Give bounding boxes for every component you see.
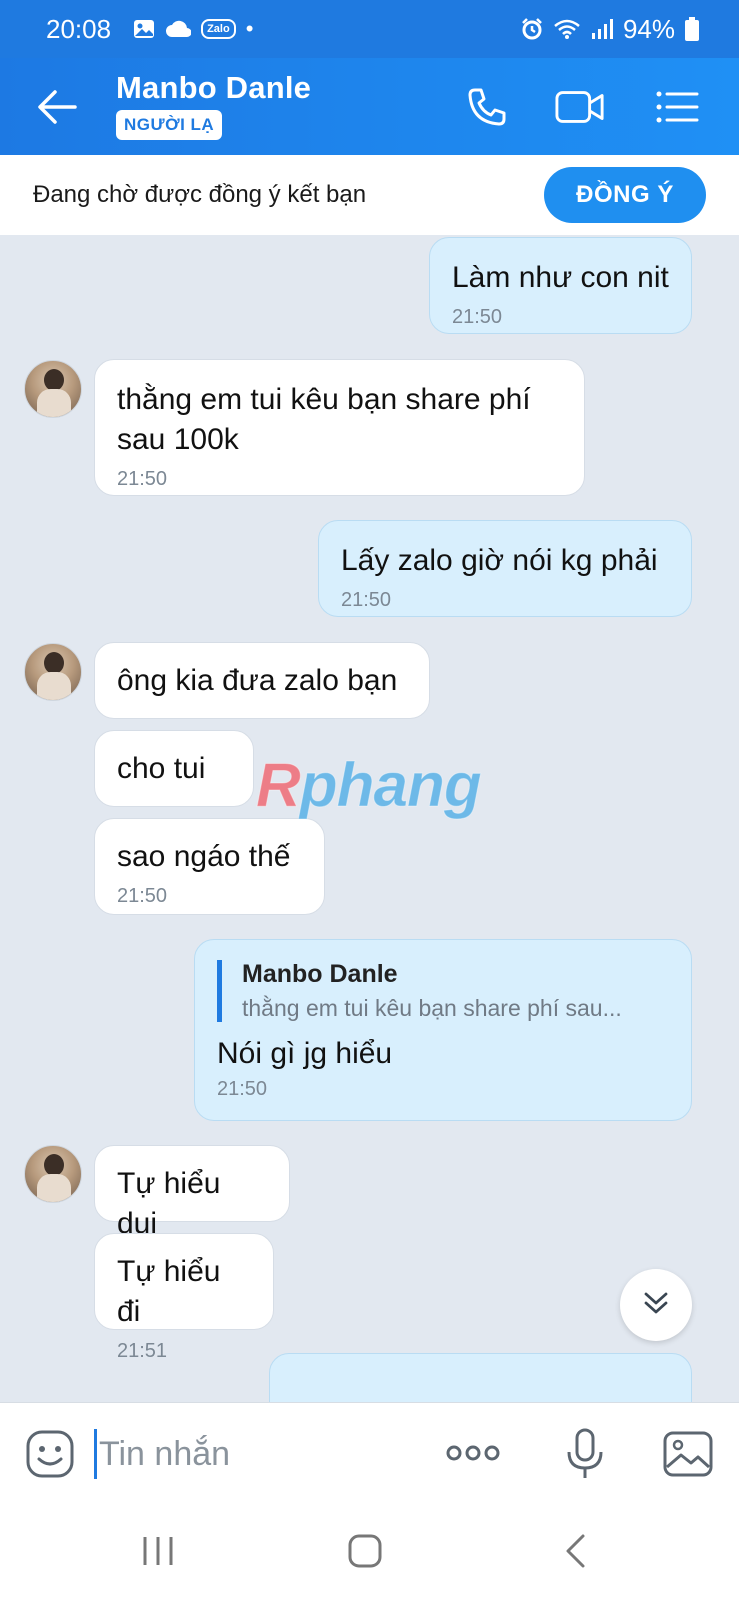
chevron-double-down-icon — [641, 1288, 671, 1323]
message-input-bar — [0, 1402, 739, 1502]
message-text: Làm như con nit — [452, 261, 669, 294]
message-bubble-incoming[interactable]: thằng em tui kêu bạn share phí sau 100k … — [94, 359, 585, 496]
avatar[interactable] — [24, 1145, 82, 1203]
emoji-icon[interactable] — [24, 1428, 76, 1480]
chat-header: Manbo Danle NGƯỜI LẠ — [0, 58, 739, 155]
message-text: Tự hiểu dui — [117, 1167, 221, 1240]
scroll-down-button[interactable] — [620, 1269, 692, 1341]
friend-request-bar: Đang chờ được đồng ý kết bạn ĐỒNG Ý — [0, 155, 739, 235]
quoted-text: thằng em tui kêu bạn share phí sau... — [242, 995, 622, 1021]
message-bubble-incoming[interactable]: sao ngáo thế 21:50 — [94, 818, 325, 915]
zalo-icon: Zalo — [201, 19, 236, 39]
message-text: Nói gì jg hiểu — [217, 1037, 393, 1070]
signal-icon — [591, 18, 613, 40]
cloud-icon — [165, 20, 192, 38]
back-arrow-icon[interactable] — [30, 80, 84, 134]
menu-icon[interactable] — [652, 82, 702, 132]
video-call-icon[interactable] — [555, 82, 605, 132]
message-bubble-outgoing[interactable] — [269, 1353, 692, 1402]
stranger-badge: NGƯỜI LẠ — [116, 110, 223, 140]
alarm-icon — [521, 18, 543, 40]
message-bubble-incoming[interactable]: Tự hiểu đi 21:51 — [94, 1233, 274, 1362]
message-text: thằng em tui kêu bạn share phí sau 100k — [117, 383, 531, 456]
quoted-message[interactable]: Manbo Danle thằng em tui kêu bạn share p… — [217, 960, 669, 1022]
more-icon[interactable] — [444, 1433, 502, 1473]
message-time: 21:50 — [117, 885, 168, 907]
message-text: Lấy zalo giờ nói kg phải — [341, 544, 658, 577]
home-icon[interactable] — [335, 1524, 395, 1578]
message-text: ông kia đưa zalo bạn — [117, 664, 398, 697]
message-time: 21:50 — [341, 589, 392, 611]
wifi-icon — [553, 18, 581, 40]
message-text: Tự hiểu đi — [117, 1255, 221, 1328]
battery-icon — [685, 17, 699, 41]
contact-name[interactable]: Manbo Danle — [116, 70, 311, 106]
avatar[interactable] — [24, 360, 82, 418]
message-bubble-incoming[interactable]: ông kia đưa zalo bạn — [94, 642, 430, 719]
recent-apps-icon[interactable] — [128, 1524, 188, 1578]
quoted-sender: Manbo Danle — [242, 960, 398, 988]
avatar[interactable] — [24, 643, 82, 701]
status-time: 20:08 — [46, 13, 112, 44]
status-bar: 20:08 Zalo • 94% — [0, 0, 739, 58]
message-bubble-incoming[interactable]: cho tui — [94, 730, 254, 807]
battery-percent: 94% — [622, 13, 675, 44]
image-icon — [133, 19, 155, 39]
status-dot: • — [245, 16, 254, 41]
image-icon[interactable] — [662, 1429, 714, 1479]
message-bubble-incoming[interactable]: Tự hiểu dui — [94, 1145, 290, 1240]
system-navigation-bar — [0, 1502, 739, 1600]
friend-request-text: Đang chờ được đồng ý kết bạn — [33, 181, 367, 208]
watermark: Rphang — [256, 751, 483, 821]
message-bubble-outgoing[interactable]: Làm như con nit 21:50 — [429, 237, 692, 334]
message-time: 21:51 — [117, 1340, 168, 1362]
message-input[interactable] — [94, 1429, 424, 1479]
chat-area[interactable]: Làm như con nit 21:50 thằng em tui kêu b… — [0, 235, 739, 1402]
message-time: 21:50 — [217, 1078, 268, 1100]
message-time: 21:50 — [117, 468, 168, 490]
phone-icon[interactable] — [462, 82, 512, 132]
message-text: cho tui — [117, 752, 206, 785]
message-bubble-reply[interactable]: Manbo Danle thằng em tui kêu bạn share p… — [194, 939, 692, 1121]
agree-button[interactable]: ĐỒNG Ý — [544, 167, 706, 223]
message-text: sao ngáo thế — [117, 840, 291, 873]
back-icon[interactable] — [545, 1524, 605, 1578]
message-time: 21:50 — [452, 306, 503, 328]
message-bubble-outgoing[interactable]: Lấy zalo giờ nói kg phải 21:50 — [318, 520, 692, 617]
microphone-icon[interactable] — [560, 1427, 610, 1481]
